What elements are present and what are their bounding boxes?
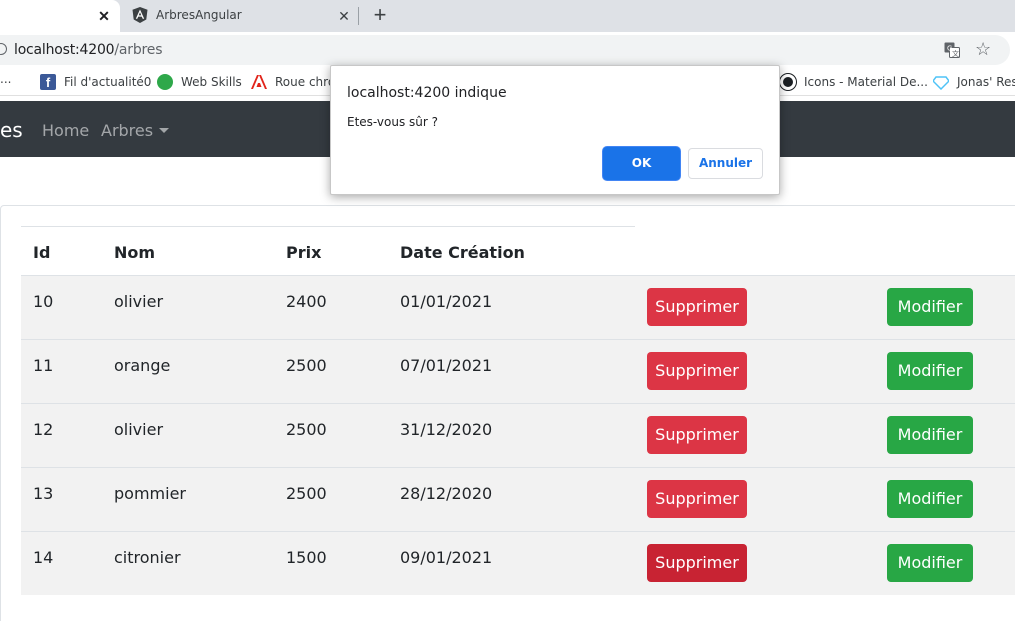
edit-button[interactable]: Modifier xyxy=(887,352,973,390)
edit-button[interactable]: Modifier xyxy=(887,288,973,326)
nav-dropdown-label: Arbres xyxy=(101,121,154,140)
bookmark-label: Icons - Material De... xyxy=(804,75,928,89)
bookmark-label: Jonas' Reso xyxy=(957,75,1015,89)
url-path: /arbres xyxy=(114,42,163,58)
cell-id: 12 xyxy=(33,420,54,439)
cell-prix: 1500 xyxy=(286,548,327,567)
caret-down-icon xyxy=(159,128,170,133)
tab-previous[interactable]: ✕ xyxy=(0,0,120,32)
cell-nom: olivier xyxy=(114,292,164,311)
column-header-date: Date Création xyxy=(400,243,525,262)
bookmark-item[interactable]: f Fil d'actualité0 xyxy=(40,74,151,90)
browser-window: ✕ ArbresAngular ✕ + localhost:4200/arbre… xyxy=(0,0,1015,621)
table-row: 10 olivier 2400 01/01/2021 Supprimer Mod… xyxy=(21,275,1015,339)
new-tab-button[interactable]: + xyxy=(368,4,392,28)
table-header-border xyxy=(21,226,635,227)
bookmark-label: Fil d'actualité0 xyxy=(64,75,152,89)
cell-prix: 2500 xyxy=(286,420,327,439)
cell-date: 01/01/2021 xyxy=(400,292,493,311)
bookmark-label: Web Skills xyxy=(181,75,242,89)
dialog-title: localhost:4200 indique xyxy=(347,85,507,101)
cell-prix: 2400 xyxy=(286,292,327,311)
url-host: localhost:4200 xyxy=(14,42,115,58)
nav-dropdown-arbres[interactable]: Arbres xyxy=(101,121,170,140)
cell-id: 14 xyxy=(33,548,54,567)
table-row: 12 olivier 2500 31/12/2020 Supprimer Mod… xyxy=(21,403,1015,467)
table-row: 11 orange 2500 07/01/2021 Supprimer Modi… xyxy=(21,339,1015,403)
delete-button[interactable]: Supprimer xyxy=(647,480,747,518)
cancel-button[interactable]: Annuler xyxy=(688,148,763,179)
translate-icon[interactable]: G 文 xyxy=(944,42,960,58)
svg-text:文: 文 xyxy=(952,49,959,58)
table-row: 13 pommier 2500 28/12/2020 Supprimer Mod… xyxy=(21,467,1015,531)
browser-toolbar: localhost:4200/arbres G 文 ☆ xyxy=(0,32,1015,68)
adobe-icon xyxy=(251,75,267,89)
brain-icon xyxy=(157,74,173,90)
tab-arbres-angular[interactable]: ArbresAngular ✕ xyxy=(122,0,358,32)
column-header-nom: Nom xyxy=(114,243,156,262)
cell-id: 11 xyxy=(33,356,54,375)
cell-prix: 2500 xyxy=(286,356,327,375)
close-icon[interactable]: ✕ xyxy=(334,6,354,26)
cell-nom: citronier xyxy=(114,548,181,567)
column-header-prix: Prix xyxy=(286,243,322,262)
bookmark-item[interactable]: Jonas' Reso xyxy=(933,74,1015,90)
cell-date: 31/12/2020 xyxy=(400,420,493,439)
bookmark-overflow[interactable]: ... xyxy=(0,72,11,86)
github-icon xyxy=(780,74,796,90)
star-icon[interactable]: ☆ xyxy=(975,39,991,59)
tab-title: ArbresAngular xyxy=(156,8,242,22)
tab-separator xyxy=(358,7,359,25)
facebook-icon: f xyxy=(40,74,56,90)
delete-button[interactable]: Supprimer xyxy=(647,288,747,326)
dialog-message: Etes-vous sûr ? xyxy=(347,115,439,129)
bookmark-item[interactable]: Icons - Material De... xyxy=(780,74,928,90)
cell-nom: pommier xyxy=(114,484,186,503)
delete-button[interactable]: Supprimer xyxy=(647,544,747,582)
tab-strip: ✕ ArbresAngular ✕ + xyxy=(0,0,1015,32)
delete-button[interactable]: Supprimer xyxy=(647,352,747,390)
angular-icon xyxy=(132,7,148,23)
edit-button[interactable]: Modifier xyxy=(887,416,973,454)
table-row: 14 citronier 1500 09/01/2021 Supprimer M… xyxy=(21,531,1015,595)
column-header-id: Id xyxy=(33,243,51,262)
url-text[interactable]: localhost:4200/arbres xyxy=(14,42,162,58)
cell-nom: olivier xyxy=(114,420,164,439)
bookmark-item[interactable]: Roue chron xyxy=(251,74,343,90)
cell-id: 10 xyxy=(33,292,54,311)
cell-id: 13 xyxy=(33,484,54,503)
nav-link-home[interactable]: Home xyxy=(42,121,89,140)
delete-button[interactable]: Supprimer xyxy=(647,416,747,454)
bookmark-item[interactable]: Web Skills xyxy=(157,74,242,90)
cell-date: 09/01/2021 xyxy=(400,548,493,567)
edit-button[interactable]: Modifier xyxy=(887,544,973,582)
cell-nom: orange xyxy=(114,356,171,375)
diamond-icon xyxy=(933,76,949,90)
ok-button[interactable]: OK xyxy=(603,147,680,180)
confirm-dialog: localhost:4200 indique Etes-vous sûr ? O… xyxy=(330,65,780,195)
edit-button[interactable]: Modifier xyxy=(887,480,973,518)
cell-date: 28/12/2020 xyxy=(400,484,493,503)
close-icon[interactable]: ✕ xyxy=(94,6,114,26)
cell-prix: 2500 xyxy=(286,484,327,503)
cell-date: 07/01/2021 xyxy=(400,356,493,375)
navbar-brand[interactable]: es xyxy=(0,118,23,142)
